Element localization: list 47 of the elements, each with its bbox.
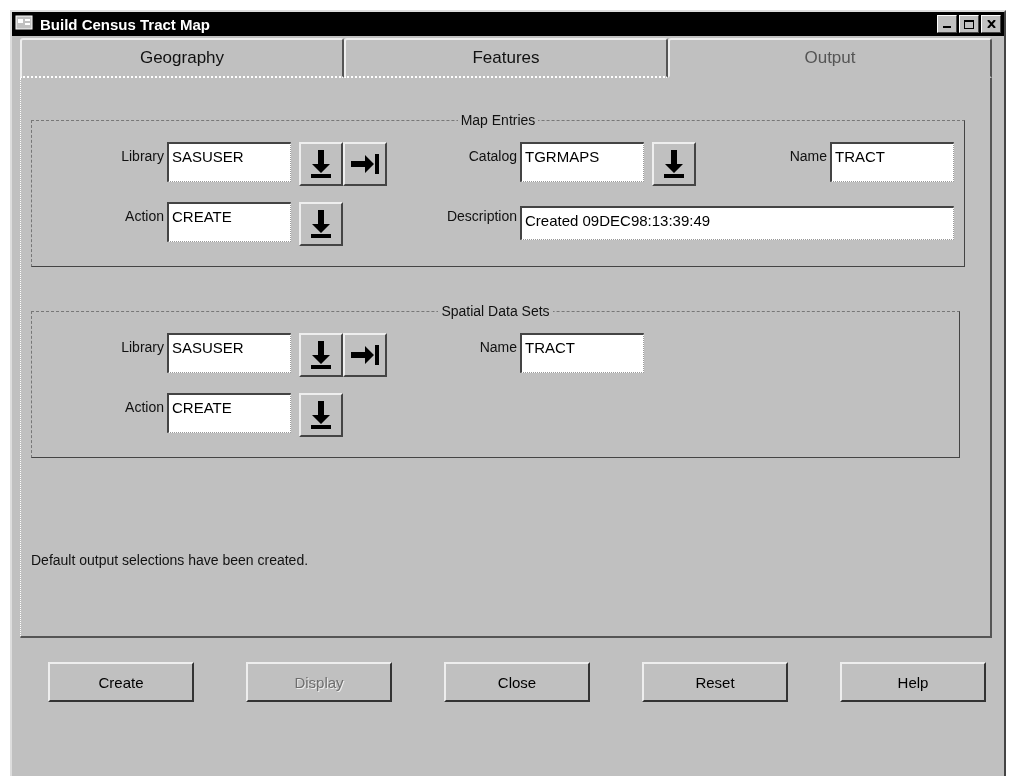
status-message: Default output selections have been created. xyxy=(31,552,310,568)
dropdown-button[interactable] xyxy=(299,333,343,377)
dropdown-button[interactable] xyxy=(299,393,343,437)
field-label: Name xyxy=(478,338,517,355)
dialog-button[interactable]: Create xyxy=(48,662,194,702)
maximize-icon xyxy=(964,19,974,29)
down-arrow-icon xyxy=(310,210,332,238)
down-arrow-icon xyxy=(310,401,332,429)
text-field[interactable]: TRACT xyxy=(830,142,954,182)
dropdown-button[interactable] xyxy=(299,202,343,246)
field-label: Action xyxy=(124,398,164,415)
field-label: Catalog xyxy=(467,147,517,164)
dialog-button[interactable]: Reset xyxy=(642,662,788,702)
tab[interactable]: Geography xyxy=(20,38,344,78)
field-label: Description xyxy=(445,207,517,224)
browse-button[interactable] xyxy=(343,333,387,377)
close-icon xyxy=(986,20,996,28)
field-label: Name xyxy=(788,147,827,164)
browse-button[interactable] xyxy=(343,142,387,186)
text-field[interactable]: SASUSER xyxy=(167,333,291,373)
text-field[interactable]: TRACT xyxy=(520,333,644,373)
right-arrow-icon xyxy=(351,154,379,174)
app-icon xyxy=(15,15,35,33)
close-button[interactable] xyxy=(981,15,1001,33)
text-field[interactable]: Created 09DEC98:13:39:49 xyxy=(520,206,954,240)
dialog-button[interactable]: Help xyxy=(840,662,986,702)
dropdown-button[interactable] xyxy=(652,142,696,186)
tab[interactable]: Output xyxy=(668,38,992,78)
dialog-button[interactable]: Close xyxy=(444,662,590,702)
group-title: Spatial Data Sets xyxy=(440,303,551,319)
field-label: Action xyxy=(124,207,164,224)
text-field[interactable]: CREATE xyxy=(167,393,291,433)
window-title: Build Census Tract Map xyxy=(40,15,212,33)
right-arrow-icon xyxy=(351,345,379,365)
dropdown-button[interactable] xyxy=(299,142,343,186)
tab[interactable]: Features xyxy=(344,38,668,78)
down-arrow-icon xyxy=(310,341,332,369)
group-title: Map Entries xyxy=(459,112,537,128)
down-arrow-icon xyxy=(310,150,332,178)
text-field[interactable]: CREATE xyxy=(167,202,291,242)
down-arrow-icon xyxy=(663,150,685,178)
text-field[interactable]: SASUSER xyxy=(167,142,291,182)
maximize-button[interactable] xyxy=(959,15,979,33)
minimize-button[interactable] xyxy=(937,15,957,33)
field-label: Library xyxy=(120,338,164,355)
field-label: Library xyxy=(120,147,164,164)
text-field[interactable]: TGRMAPS xyxy=(520,142,644,182)
